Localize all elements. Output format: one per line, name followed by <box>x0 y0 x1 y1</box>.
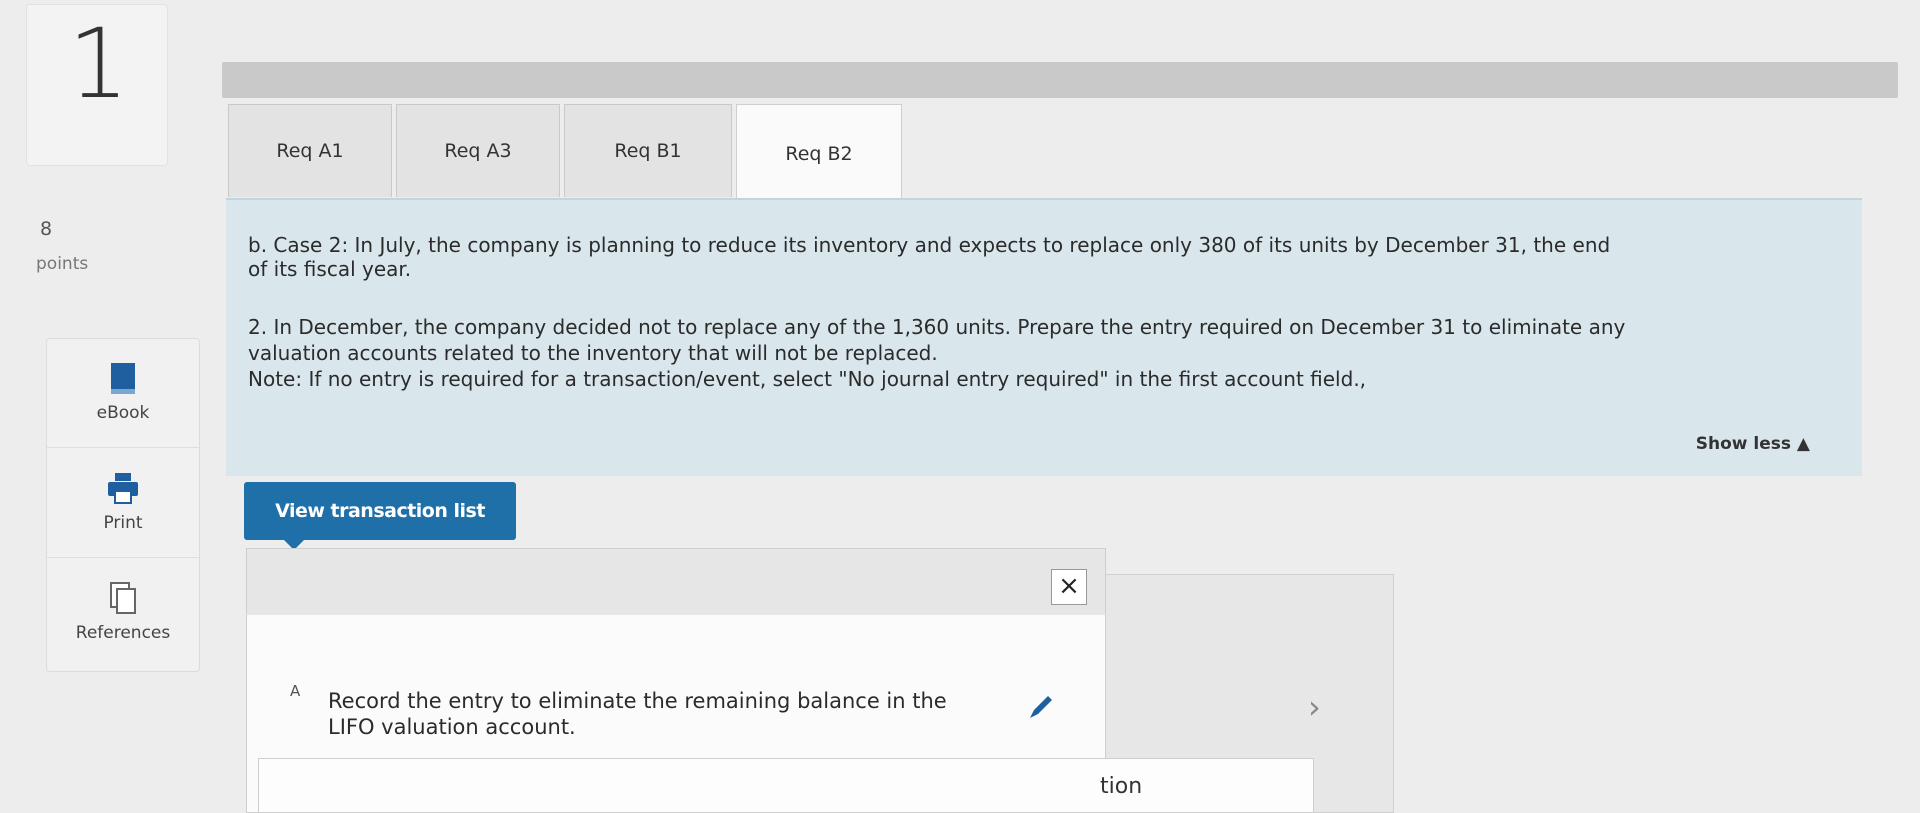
partial-text: tion <box>1100 774 1143 799</box>
show-less-link[interactable]: Show less ▲ <box>1696 434 1810 454</box>
transaction-description: Record the entry to eliminate the remain… <box>328 689 947 739</box>
chevron-right-icon[interactable]: › <box>1308 688 1321 726</box>
side-tools-panel: eBook Print References <box>46 338 200 672</box>
question-number: 1 <box>68 8 130 120</box>
tab-req-a3[interactable]: Req A3 <box>396 104 560 197</box>
book-icon <box>111 363 135 394</box>
printer-icon <box>108 473 138 504</box>
ebook-button[interactable]: eBook <box>47 339 199 448</box>
points-label: points <box>36 254 89 274</box>
points-value: 8 <box>40 218 53 240</box>
progress-bar <box>222 62 1898 98</box>
requirement-text-line1: 2. In December, the company decided not … <box>248 315 1626 339</box>
panel-header: × <box>247 549 1105 615</box>
close-button[interactable]: × <box>1051 569 1087 605</box>
references-icon <box>110 582 136 614</box>
instructions-box: b. Case 2: In July, the company is plann… <box>226 198 1862 476</box>
tab-req-a1[interactable]: Req A1 <box>228 104 392 197</box>
note-text: Note: If no entry is required for a tran… <box>248 367 1367 391</box>
case-text-line2: of its fiscal year. <box>248 257 412 281</box>
print-button[interactable]: Print <box>47 449 199 558</box>
tab-req-b1[interactable]: Req B1 <box>564 104 732 197</box>
transaction-letter: A <box>290 682 301 700</box>
journal-entry-area <box>258 758 1314 812</box>
pencil-icon[interactable] <box>1026 692 1056 722</box>
requirement-text-line2: valuation accounts related to the invent… <box>248 341 938 365</box>
ebook-label: eBook <box>96 403 150 423</box>
print-label: Print <box>103 513 143 533</box>
view-transaction-list-button[interactable]: View transaction list <box>244 482 516 550</box>
references-label: References <box>75 623 171 643</box>
case-text-line1: b. Case 2: In July, the company is plann… <box>248 233 1611 257</box>
tab-req-b2[interactable]: Req B2 <box>736 104 902 203</box>
references-button[interactable]: References <box>47 559 199 667</box>
